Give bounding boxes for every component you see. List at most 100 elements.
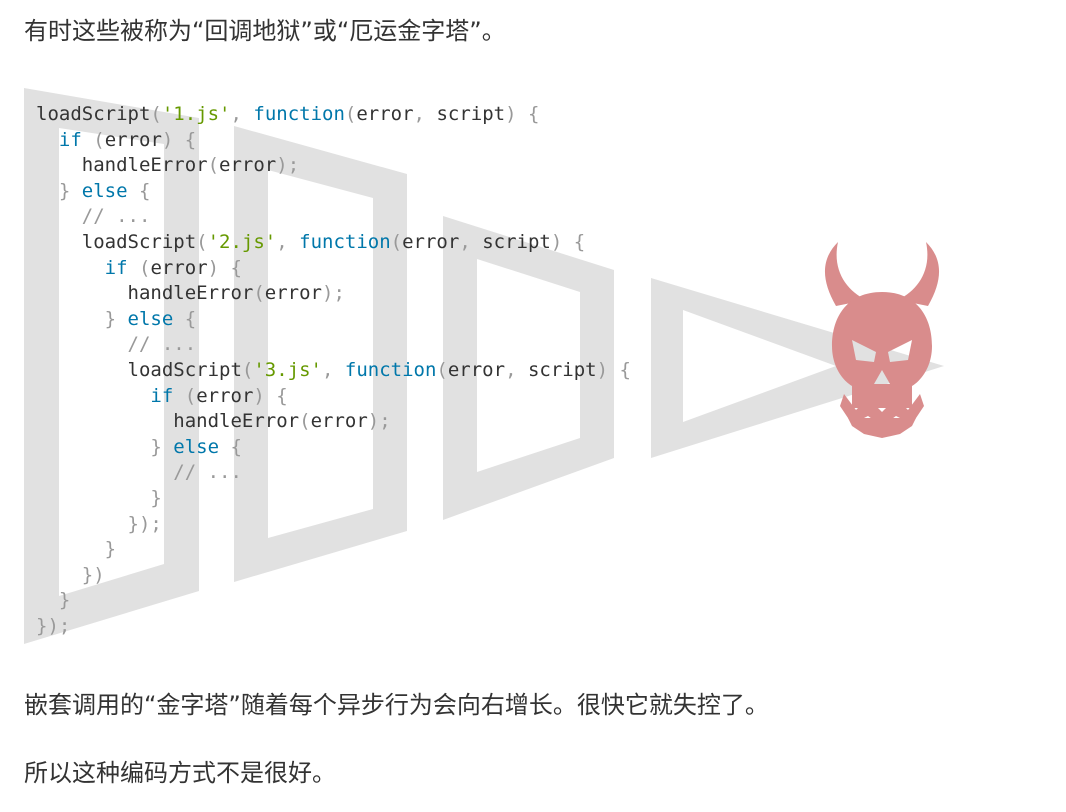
code-token: loadScript [36, 103, 151, 125]
code-line: handleError(error); [36, 409, 631, 435]
code-token: error [150, 256, 208, 279]
code-token: }) [81, 563, 105, 586]
code-token: error [402, 230, 460, 253]
code-token: ( [184, 384, 197, 407]
code-token: if [150, 384, 174, 407]
code-token: '1.js' [161, 103, 231, 125]
code-token: ) { [596, 358, 631, 381]
code-block: loadScript('1.js', function(error, scrip… [36, 102, 631, 639]
code-token: '3.js' [253, 358, 322, 381]
code-token: , [459, 230, 483, 253]
code-line: } [36, 588, 631, 614]
code-line: // ... [36, 460, 631, 486]
code-token: ) { [550, 230, 586, 253]
code-line: } else { [36, 179, 631, 205]
code-token: error [356, 103, 414, 125]
code-token: } [58, 589, 71, 612]
code-token: ( [253, 282, 265, 305]
code-line: } [36, 537, 631, 563]
code-token: error [219, 154, 277, 177]
code-line: }); [36, 512, 631, 538]
code-token: ( [390, 230, 403, 253]
code-token: , [505, 358, 528, 381]
code-line: }); [36, 614, 631, 640]
conclusion-paragraph: 所以这种编码方式不是很好。 [24, 759, 336, 787]
code-token: , [322, 358, 345, 381]
code-token: if [58, 128, 82, 151]
code-line: } else { [36, 307, 631, 333]
code-line: handleError(error); [36, 153, 631, 179]
code-token: function [299, 230, 391, 253]
code-token: ); [322, 282, 345, 305]
code-token: handleError [36, 154, 208, 177]
code-token: ) { [253, 384, 288, 407]
code-token: if [104, 256, 128, 279]
code-token: script [527, 358, 597, 381]
code-line: loadScript('2.js', function(error, scrip… [36, 230, 631, 256]
code-token: ( [299, 410, 311, 433]
code-line: }) [36, 563, 631, 589]
code-token: ) { [161, 128, 197, 151]
code-token: ( [241, 358, 254, 381]
code-token: // ... [127, 333, 197, 356]
code-token: else [173, 435, 220, 458]
intro-paragraph: 有时这些被称为“回调地狱”或“厄运金字塔”。 [24, 17, 506, 45]
code-token: ( [93, 128, 105, 151]
code-token: // ... [173, 461, 242, 484]
code-token: , [276, 230, 300, 253]
code-line: loadScript('1.js', function(error, scrip… [36, 102, 631, 128]
code-token: ( [207, 154, 220, 177]
code-token: ( [196, 230, 208, 253]
callback-pyramid-figure: loadScript('1.js', function(error, scrip… [24, 88, 964, 648]
code-token: ); [276, 154, 300, 177]
code-token: ( [138, 256, 151, 279]
code-token: } [150, 486, 162, 509]
code-line: if (error) { [36, 128, 631, 154]
code-line: } else { [36, 435, 631, 461]
code-token: }); [127, 512, 162, 535]
code-token: '2.js' [207, 230, 277, 253]
code-token: handleError [36, 410, 300, 433]
code-token: ) { [505, 103, 540, 125]
code-token: ( [344, 103, 357, 125]
code-token: error [196, 384, 254, 407]
code-token: // ... [81, 205, 151, 228]
code-token: ( [150, 103, 162, 125]
code-token: }); [36, 614, 71, 637]
code-token: handleError [36, 282, 254, 305]
code-token: function [344, 358, 437, 381]
code-token: { [219, 435, 242, 458]
code-token: script [436, 103, 506, 125]
code-line: } [36, 486, 631, 512]
code-token: error [310, 410, 368, 433]
code-token: loadScript [36, 230, 197, 253]
pyramid-paragraph: 嵌套调用的“金字塔”随着每个异步行为会向右增长。很快它就失控了。 [24, 691, 769, 719]
code-token: } [104, 307, 128, 330]
code-token: , [413, 103, 437, 125]
code-token: ); [367, 410, 391, 433]
code-token: } [58, 179, 82, 202]
code-token: ) { [207, 256, 242, 279]
devil-skull-icon [824, 242, 940, 438]
code-token: error [264, 282, 322, 305]
code-line: // ... [36, 332, 631, 358]
code-token: error [447, 358, 506, 381]
code-token: , [230, 103, 254, 125]
code-token: } [104, 538, 117, 561]
code-line: if (error) { [36, 256, 631, 282]
code-token: loadScript [36, 358, 242, 381]
